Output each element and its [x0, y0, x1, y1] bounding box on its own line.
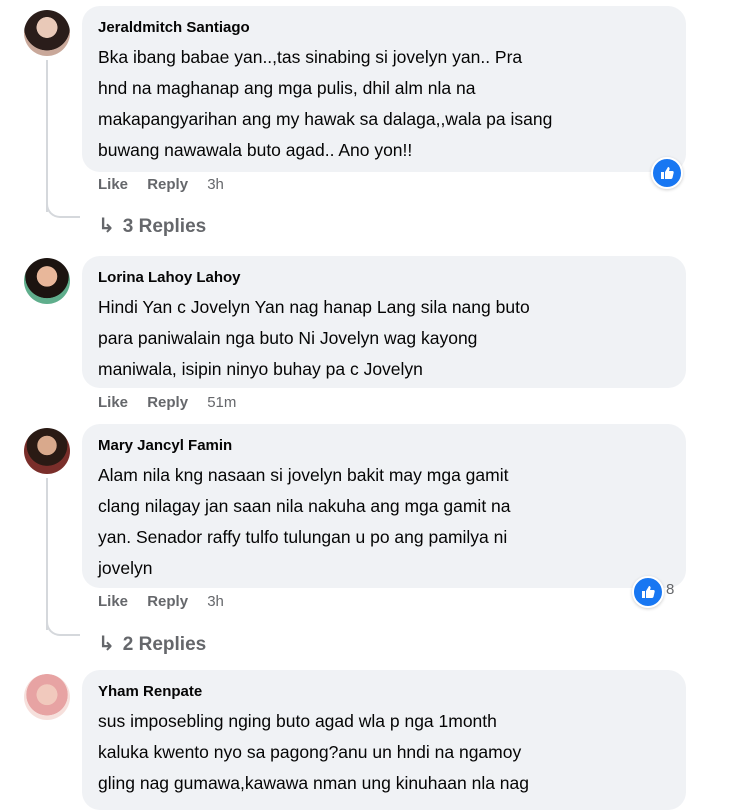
comment-text: Hindi Yan c Jovelyn Yan nag hanap Lang s… — [98, 292, 670, 385]
like-reaction-icon[interactable] — [632, 576, 664, 608]
avatar[interactable] — [24, 10, 70, 56]
thread-line — [46, 478, 48, 630]
comment-author[interactable]: Jeraldmitch Santiago — [98, 18, 670, 38]
comment-line: makapangyarihan ang my hawak sa dalaga,,… — [98, 109, 553, 129]
comment-line: hnd na maghanap ang mga pulis, dhil alm … — [98, 78, 476, 98]
avatar[interactable] — [24, 674, 70, 720]
thread-line — [46, 60, 48, 212]
comment-line: Hindi Yan c Jovelyn Yan nag hanap Lang s… — [98, 297, 530, 317]
comment-line: Alam nila kng nasaan si jovelyn bakit ma… — [98, 465, 509, 485]
comment-text: Bka ibang babae yan..,tas sinabing si jo… — [98, 42, 670, 166]
reply-button[interactable]: Reply — [147, 394, 188, 411]
comment-bubble: Lorina Lahoy Lahoy Hindi Yan c Jovelyn Y… — [82, 256, 686, 388]
replies-label[interactable]: 3 Replies — [123, 216, 206, 237]
comment-line: yan. Senador raffy tulfo tulungan u po a… — [98, 527, 508, 547]
like-button[interactable]: Like — [98, 593, 128, 610]
view-replies-button[interactable]: ↳ 2 Replies — [98, 631, 206, 656]
comment-line: Bka ibang babae yan..,tas sinabing si jo… — [98, 47, 523, 67]
comment-actions: Like Reply 3h — [98, 593, 239, 610]
comment-line: sus imposebling nging buto agad wla p ng… — [98, 711, 497, 731]
like-button[interactable]: Like — [98, 176, 128, 193]
reply-arrow-icon: ↳ — [98, 633, 115, 655]
reaction-count[interactable]: 8 — [666, 581, 674, 598]
reply-button[interactable]: Reply — [147, 176, 188, 193]
thread-connector — [46, 200, 80, 218]
comment-line: maniwala, isipin ninyo buhay pa c Jovely… — [98, 359, 423, 379]
comment-line: para paniwalain nga buto Ni Jovelyn wag … — [98, 328, 478, 348]
like-button[interactable]: Like — [98, 394, 128, 411]
comment-text: sus imposebling nging buto agad wla p ng… — [98, 706, 670, 799]
comment-author[interactable]: Yham Renpate — [98, 682, 670, 702]
comment-author[interactable]: Lorina Lahoy Lahoy — [98, 268, 670, 288]
comment-author[interactable]: Mary Jancyl Famin — [98, 436, 670, 456]
comment-text: Alam nila kng nasaan si jovelyn bakit ma… — [98, 460, 670, 584]
avatar[interactable] — [24, 428, 70, 474]
comment-bubble: Jeraldmitch Santiago Bka ibang babae yan… — [82, 6, 686, 172]
comment-line: clang nilagay jan saan nila nakuha ang m… — [98, 496, 511, 516]
comment-timestamp[interactable]: 3h — [207, 176, 224, 193]
reply-button[interactable]: Reply — [147, 593, 188, 610]
comment-line: gling nag gumawa,kawawa nman ung kinuhaa… — [98, 773, 529, 793]
replies-label[interactable]: 2 Replies — [123, 634, 206, 655]
comment-line: kaluka kwento nyo sa pagong?anu un hndi … — [98, 742, 522, 762]
like-reaction-icon[interactable] — [651, 157, 683, 189]
comment-bubble: Yham Renpate sus imposebling nging buto … — [82, 670, 686, 810]
view-replies-button[interactable]: ↳ 3 Replies — [98, 213, 206, 238]
comment-line: buwang nawawala buto agad.. Ano yon!! — [98, 140, 413, 160]
comment-actions: Like Reply 51m — [98, 394, 251, 411]
comment-line: jovelyn — [98, 558, 153, 578]
avatar[interactable] — [24, 258, 70, 304]
comment-timestamp[interactable]: 51m — [207, 394, 236, 411]
comment-bubble: Mary Jancyl Famin Alam nila kng nasaan s… — [82, 424, 686, 588]
comment-timestamp[interactable]: 3h — [207, 593, 224, 610]
reply-arrow-icon: ↳ — [98, 215, 115, 237]
comment-actions: Like Reply 3h — [98, 176, 239, 193]
thread-connector — [46, 618, 80, 636]
